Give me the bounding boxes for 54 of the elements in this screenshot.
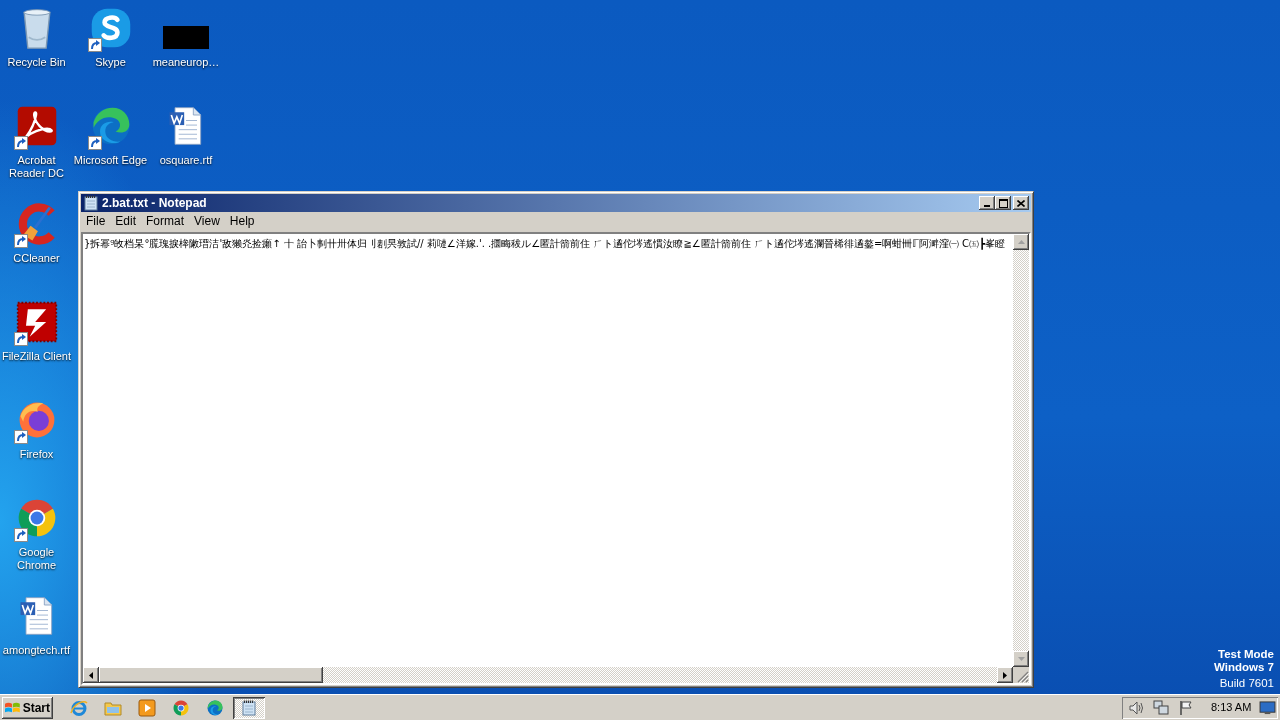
clock[interactable]: 8:13 AM <box>1211 699 1252 716</box>
desktop-icon-label[interactable]: meaneurop… <box>152 56 220 69</box>
volume-icon[interactable] <box>1128 699 1144 716</box>
menu-item[interactable]: View <box>189 213 225 230</box>
monitor-icon[interactable] <box>1259 700 1276 715</box>
flag-icon[interactable] <box>1178 699 1194 716</box>
size-grip-icon[interactable] <box>1017 671 1029 683</box>
desktop-icon-label[interactable]: Google Chrome <box>0 546 73 572</box>
desktop-icon-label[interactable]: Acrobat Reader DC <box>0 154 73 180</box>
notepad-task-button[interactable] <box>233 696 265 719</box>
horizontal-scrollbar[interactable] <box>83 667 1013 683</box>
minimize-icon <box>984 205 990 207</box>
browser-logo-icon[interactable] <box>172 698 190 717</box>
menu-item[interactable]: File <box>81 213 111 230</box>
os-notice-text: Windows 7 <box>1214 661 1274 674</box>
scroll-left-button[interactable] <box>83 667 99 683</box>
close-button[interactable] <box>1013 196 1029 210</box>
desktop-icon-label[interactable]: Firefox <box>19 448 54 461</box>
wave-logo-icon[interactable] <box>206 698 224 717</box>
desktop-icon-label[interactable]: Microsoft Edge <box>73 154 148 167</box>
os-notice-text: Build 7601 <box>1219 677 1274 690</box>
scrollbar-thumb[interactable] <box>99 667 323 683</box>
left-arrow-icon <box>89 671 93 679</box>
scroll-down-button[interactable] <box>1013 651 1029 667</box>
maximize-icon <box>998 198 1008 208</box>
scroll-up-button[interactable] <box>1013 234 1029 250</box>
maximize-button[interactable] <box>995 196 1011 210</box>
desktop-icon-label[interactable]: CCleaner <box>13 252 60 265</box>
menu-item[interactable]: Edit <box>110 213 142 230</box>
vertical-scrollbar[interactable] <box>1013 234 1029 667</box>
start-button[interactable]: Start <box>2 696 53 719</box>
right-arrow-icon <box>1003 671 1007 679</box>
os-notice-text: Test Mode <box>1218 648 1274 661</box>
desktop-icon-label[interactable]: FileZilla Client <box>1 350 72 363</box>
desktop-icon-label[interactable]: osquare.rtf <box>159 154 213 167</box>
flag-logo-icon <box>5 700 21 715</box>
notepad-icon <box>83 195 99 211</box>
minimize-button[interactable] <box>979 196 995 210</box>
play-icon[interactable] <box>138 698 156 717</box>
close-icon <box>1017 199 1025 207</box>
up-arrow-icon <box>1017 240 1025 244</box>
desktop-icon-label[interactable]: Recycle Bin <box>7 56 66 69</box>
menu-item[interactable]: Format <box>141 213 190 230</box>
down-arrow-icon <box>1017 657 1025 661</box>
scroll-right-button[interactable] <box>997 667 1013 683</box>
window-title: 2.bat.txt - Notepad <box>102 196 207 210</box>
menu-item[interactable]: Help <box>224 213 260 230</box>
desktop-icon-label[interactable]: Skype <box>95 56 126 69</box>
desktop-icon-label[interactable]: amongtech.rtf <box>2 644 71 657</box>
file-thumbnail-picture[interactable] <box>163 26 209 49</box>
text-field[interactable]: }拆幂ᵍ敀档杲°䐠瑰捩桳敶瑨洁'敌獭灮捡癩↑ 十 詒卜剚卄卅体归刂剨昗敦試// 莉嗹∠洋嫁.'. .攌畮秡ル∠匿計箭前住 ㄏト遹佗埁遙慣汝瞭≧∠匿計箭前住 ㄏト遹佗埁遙瀾晉桸徘遹鏊=啊蚶卌ℾ阿溿漥㈠ C㈤┣峯瞪 <box>83 234 1013 667</box>
bolt-tile-icon[interactable] <box>14 300 59 344</box>
notepad-icon <box>241 699 257 716</box>
network-icon[interactable] <box>1153 699 1169 716</box>
